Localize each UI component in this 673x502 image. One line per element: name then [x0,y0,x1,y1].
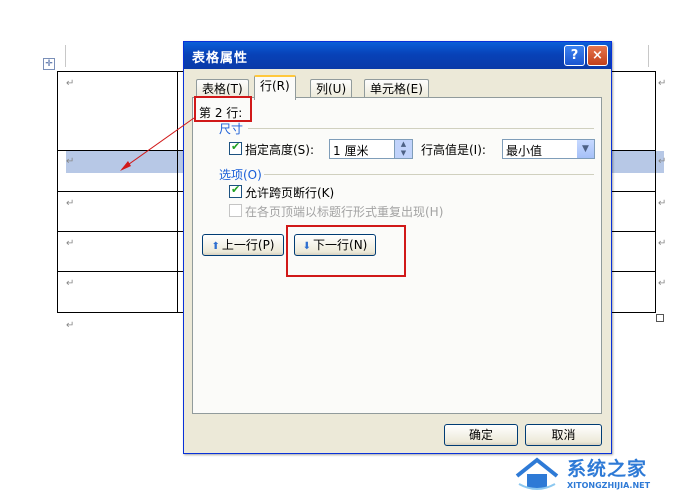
watermark-url: XITONGZHIJIA.NET [567,481,651,490]
house-logo-icon [515,457,559,490]
watermark: 系统之家 XITONGZHIJIA.NET [515,452,665,494]
watermark-brand: 系统之家 [567,458,648,480]
tab-row[interactable]: 行(R) [254,75,296,100]
annotation-arrow [120,117,195,171]
